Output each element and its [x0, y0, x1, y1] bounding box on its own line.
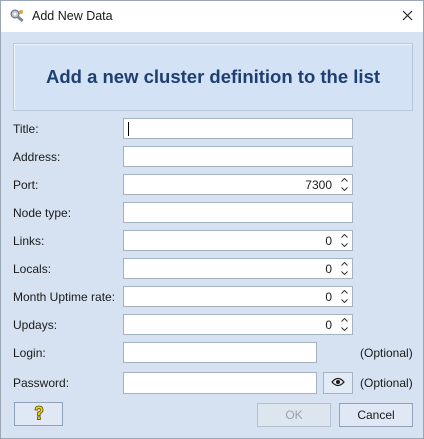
links-spin-arrows[interactable]: [338, 232, 350, 249]
login-input[interactable]: [123, 342, 317, 363]
title-bar: Add New Data: [1, 1, 423, 32]
links-label: Links:: [13, 234, 45, 248]
add-new-data-dialog: Add New Data Add a new cluster definitio…: [0, 0, 424, 439]
question-mark-icon: [33, 405, 45, 424]
title-label: Title:: [13, 122, 39, 136]
login-optional-hint: (Optional): [360, 346, 413, 360]
address-input[interactable]: [123, 146, 353, 167]
close-button[interactable]: [391, 1, 423, 32]
window-title: Add New Data: [32, 9, 113, 23]
title-input[interactable]: [123, 118, 353, 139]
title-input-box[interactable]: [124, 119, 352, 138]
address-label: Address:: [13, 150, 61, 164]
locals-spin-arrows[interactable]: [338, 260, 350, 277]
banner-heading: Add a new cluster definition to the list: [45, 66, 381, 87]
show-password-button[interactable]: [323, 372, 353, 394]
port-value: 7300: [305, 178, 332, 192]
close-icon: [402, 10, 413, 24]
updays-spinner[interactable]: 0: [123, 314, 353, 335]
wrench-gear-icon: [9, 8, 25, 24]
help-button[interactable]: [14, 402, 63, 426]
updays-spin-arrows[interactable]: [338, 316, 350, 333]
spin-up-icon[interactable]: [338, 176, 350, 184]
port-spinner[interactable]: 7300: [123, 174, 353, 195]
spin-down-icon[interactable]: [338, 325, 350, 333]
port-label: Port:: [13, 178, 39, 192]
password-input[interactable]: [123, 372, 317, 394]
month-uptime-rate-spin-arrows[interactable]: [338, 288, 350, 305]
address-input-box[interactable]: [124, 147, 352, 166]
month-uptime-rate-spinner[interactable]: 0: [123, 286, 353, 307]
locals-spinner[interactable]: 0: [123, 258, 353, 279]
text-caret: [128, 122, 129, 136]
spin-up-icon[interactable]: [338, 260, 350, 268]
spin-up-icon[interactable]: [338, 316, 350, 324]
login-label: Login:: [13, 346, 46, 360]
password-label: Password:: [13, 376, 70, 390]
spin-up-icon[interactable]: [338, 232, 350, 240]
spin-down-icon[interactable]: [338, 185, 350, 193]
cancel-button[interactable]: Cancel: [339, 403, 413, 427]
login-input-box[interactable]: [124, 343, 316, 362]
spin-down-icon[interactable]: [338, 269, 350, 277]
header-banner: Add a new cluster definition to the list: [13, 43, 413, 111]
node-type-label: Node type:: [13, 206, 72, 220]
password-input-box[interactable]: [124, 373, 316, 393]
spin-up-icon[interactable]: [338, 288, 350, 296]
month-uptime-rate-label: Month Uptime rate:: [13, 290, 116, 304]
password-optional-hint: (Optional): [360, 376, 413, 390]
spin-down-icon[interactable]: [338, 241, 350, 249]
spin-down-icon[interactable]: [338, 297, 350, 305]
locals-value: 0: [325, 262, 332, 276]
links-spinner[interactable]: 0: [123, 230, 353, 251]
node-type-input[interactable]: [123, 202, 353, 223]
port-spin-arrows[interactable]: [338, 176, 350, 193]
updays-label: Updays:: [13, 318, 58, 332]
eye-icon: [331, 376, 345, 390]
links-value: 0: [325, 234, 332, 248]
locals-label: Locals:: [13, 262, 52, 276]
month-uptime-rate-value: 0: [325, 290, 332, 304]
updays-value: 0: [325, 318, 332, 332]
ok-button[interactable]: OK: [257, 403, 331, 427]
node-type-input-box[interactable]: [124, 203, 352, 222]
